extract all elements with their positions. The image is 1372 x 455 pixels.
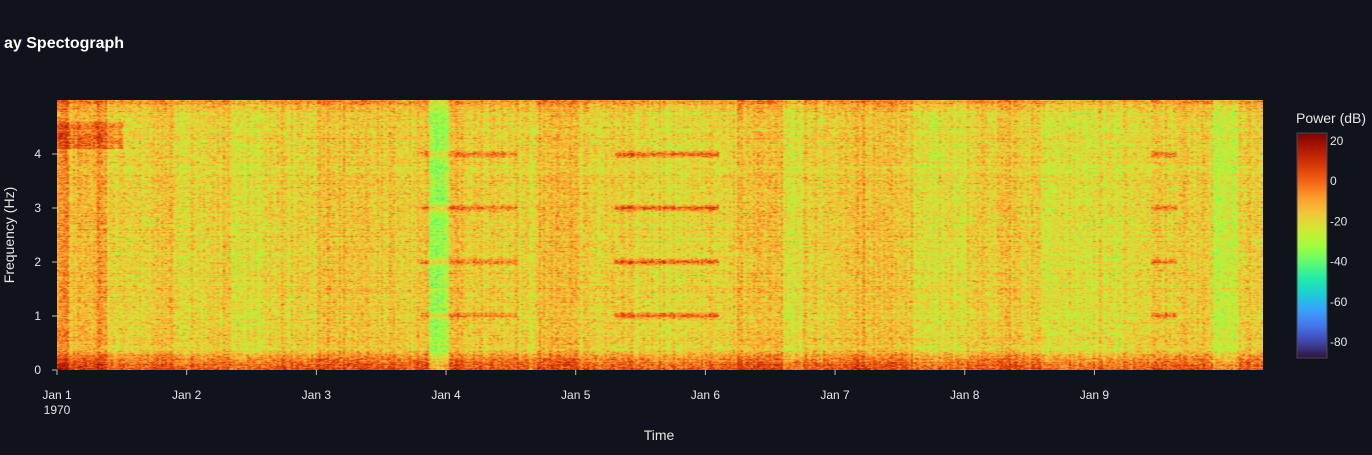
x-axis: Jan 11970 Jan 2 Jan 3 Jan 4 Jan 5 Jan 6 Jan 7 J… [42, 370, 1109, 417]
colorbar-title: Power (dB) [1296, 110, 1366, 126]
colorbar-tick-label: 0 [1330, 174, 1337, 188]
y-tick-label: 4 [34, 147, 41, 161]
x-tick-label: Jan 7 [820, 388, 850, 402]
x-tick-label: Jan 9 [1080, 388, 1110, 402]
y-tick-label: 2 [34, 255, 41, 269]
x-axis-label: Time [644, 427, 675, 443]
x-tick-label: Jan 8 [950, 388, 980, 402]
x-tick-label: Jan 3 [302, 388, 332, 402]
x-tick-label: Jan 6 [691, 388, 721, 402]
x-tick-year-label: 1970 [44, 403, 71, 417]
x-tick-label: Jan 2 [172, 388, 202, 402]
colorbar-tick-label: 20 [1330, 134, 1344, 148]
chart-area: Jan 1 1970 Jan 2 Jan 3 Jan 4 Jan 5 Jan 6 Jan 7 J… [0, 0, 1372, 455]
y-tick-label: 0 [34, 363, 41, 377]
y-tick-label: 3 [34, 201, 41, 215]
y-axis-label: Frequency (Hz) [1, 187, 17, 283]
spectrogram-svg: Jan 11970 Jan 2 Jan 3 Jan 4 Jan 5 Jan 6 Jan 7 J… [1, 100, 1366, 443]
x-tick-label: Jan 4 [431, 388, 461, 402]
y-axis: 0 1 2 3 4 [34, 147, 57, 377]
colorbar: Power (dB) 20 0 -20 -40 -60 -80 [1296, 110, 1366, 359]
colorbar-tick-label: -40 [1330, 255, 1348, 269]
x-tick-label: Jan 5 [561, 388, 591, 402]
colorbar-tick-label: -80 [1330, 335, 1348, 349]
colorbar-tick-label: -20 [1330, 214, 1348, 228]
y-tick-label: 1 [34, 309, 41, 323]
colorbar-gradient [1296, 132, 1328, 359]
colorbar-ticks: 20 0 -20 -40 -60 -80 [1330, 134, 1348, 349]
colorbar-tick-label: -60 [1330, 295, 1348, 309]
x-tick-label: Jan 1 [42, 388, 72, 402]
heatmap-image[interactable] [57, 100, 1263, 370]
